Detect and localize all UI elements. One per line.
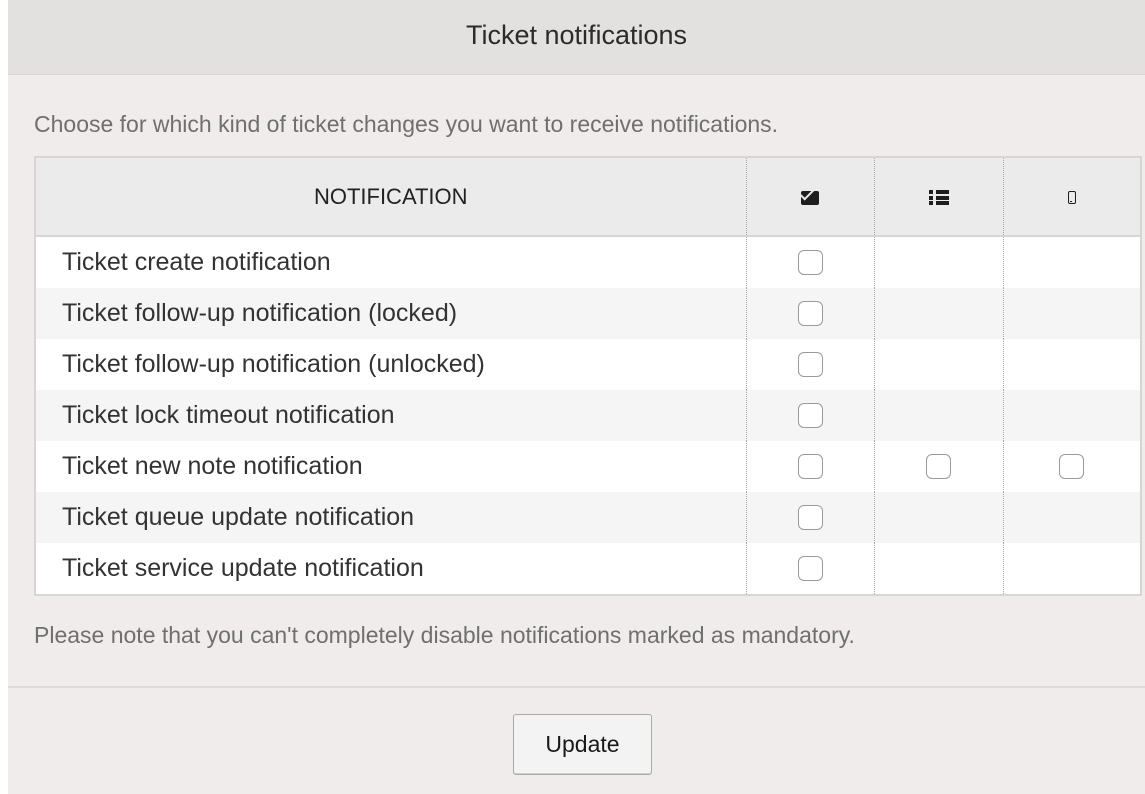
email-checkbox[interactable] xyxy=(797,250,823,275)
email-checkbox[interactable] xyxy=(797,505,823,530)
sms-cell xyxy=(1002,543,1141,595)
web-cell xyxy=(873,390,1003,441)
table-header-row: NOTIFICATION xyxy=(35,157,1141,237)
intro-text: Choose for which kind of ticket changes … xyxy=(34,111,779,137)
web-cell xyxy=(873,492,1003,543)
table-row: Ticket service update notification xyxy=(35,543,1141,595)
web-cell xyxy=(873,441,1003,492)
table-row: Ticket queue update notification xyxy=(35,492,1141,543)
header-notification: NOTIFICATION xyxy=(35,157,746,237)
notification-label: Ticket follow-up notification (locked) xyxy=(35,288,746,339)
header-email xyxy=(745,157,874,237)
table-row: Ticket lock timeout notification xyxy=(35,390,1141,441)
email-cell xyxy=(745,390,874,441)
sms-cell xyxy=(1002,492,1141,543)
notification-label: Ticket create notification xyxy=(35,236,746,288)
email-checkbox[interactable] xyxy=(797,454,823,479)
table-row: Ticket follow-up notification (unlocked) xyxy=(35,339,1141,390)
ticket-notifications-panel: Ticket notifications Choose for which ki… xyxy=(8,0,1145,794)
sms-cell xyxy=(1002,441,1141,492)
email-checkbox[interactable] xyxy=(797,352,823,377)
web-cell xyxy=(873,339,1003,390)
header-sms xyxy=(1002,157,1141,237)
notification-label: Ticket new note notification xyxy=(35,441,746,492)
email-checkbox[interactable] xyxy=(797,301,823,326)
web-cell xyxy=(873,543,1003,595)
sms-cell xyxy=(1002,288,1141,339)
update-button[interactable]: Update xyxy=(513,714,652,775)
notification-label: Ticket lock timeout notification xyxy=(35,390,746,441)
sms-cell xyxy=(1002,236,1141,288)
email-cell xyxy=(745,441,874,492)
sms-checkbox[interactable] xyxy=(1059,454,1085,479)
table-row: Ticket new note notification xyxy=(35,441,1141,492)
sms-cell xyxy=(1002,390,1141,441)
notification-label: Ticket service update notification xyxy=(35,543,746,595)
sms-cell xyxy=(1002,339,1141,390)
mandatory-note: Please note that you can't completely di… xyxy=(34,622,855,648)
email-checkbox[interactable] xyxy=(797,403,823,428)
email-cell xyxy=(745,288,874,339)
panel-header: Ticket notifications xyxy=(8,0,1145,75)
notification-label: Ticket follow-up notification (unlocked) xyxy=(35,339,746,390)
email-cell xyxy=(745,543,874,595)
table-row: Ticket follow-up notification (locked) xyxy=(35,288,1141,339)
web-checkbox[interactable] xyxy=(926,454,951,479)
email-cell xyxy=(745,236,874,288)
table-row: Ticket create notification xyxy=(35,236,1141,288)
email-cell xyxy=(745,492,874,543)
list-icon xyxy=(928,190,949,206)
mobile-phone-icon xyxy=(1067,191,1076,205)
web-cell xyxy=(873,236,1003,288)
notification-label: Ticket queue update notification xyxy=(35,492,746,543)
email-checkbox[interactable] xyxy=(797,556,823,581)
panel-title: Ticket notifications xyxy=(465,19,688,50)
notification-table: NOTIFICATION Ticket create notification T… xyxy=(34,156,1142,596)
email-cell xyxy=(745,339,874,390)
header-web xyxy=(873,157,1003,237)
envelope-icon xyxy=(801,190,819,205)
divider xyxy=(8,686,1145,688)
web-cell xyxy=(873,288,1003,339)
